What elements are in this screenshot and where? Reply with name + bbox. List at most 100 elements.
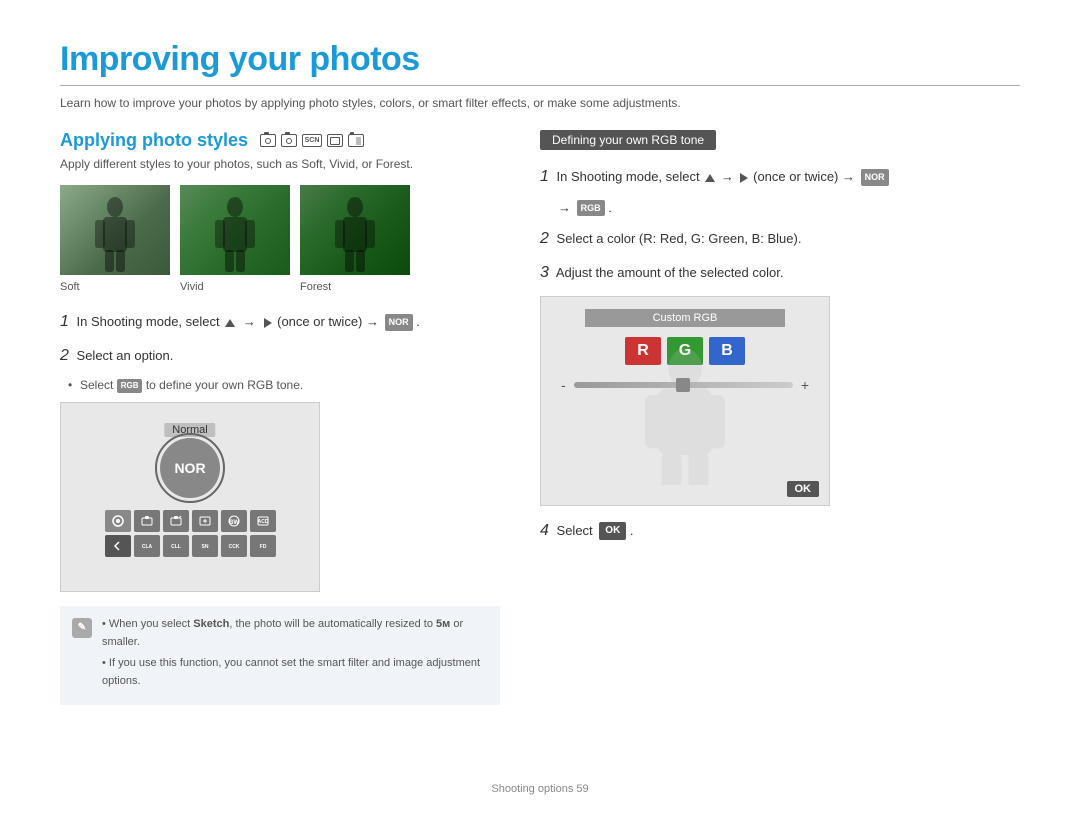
page-subtitle: Learn how to improve your photos by appl… [60,96,1020,110]
photo-label-soft: Soft [60,281,170,293]
step-1-right-nor-icon: NOR [861,169,889,185]
person-silhouette-vivid [205,195,265,275]
icon-grid-row2: CLA CLL SN CCK FD [105,535,276,557]
step-2-num: 2 [60,347,69,364]
section-title-applying: Applying photo styles SCN [60,130,500,151]
step-1-right: 1 In Shooting mode, select → (once or tw… [540,164,1020,190]
step-1-right-arrow2: → [558,200,571,215]
step-1-dot: . [416,314,420,329]
bullet-rgb-icon: RGB [117,379,143,393]
step-4-right-num: 4 [540,522,549,539]
step-1-right-arrow-right [740,169,748,184]
step-1-right-arrow1: → [721,169,738,184]
note-content: • When you select Sketch, the photo will… [102,616,488,694]
bullet-text-1: Select [80,378,117,392]
rgb-silhouette [635,345,735,485]
page-title: Improving your photos [60,40,1020,79]
rgb-slider-thumb[interactable] [676,378,690,392]
step-3-right-num: 3 [540,264,549,281]
title-divider [60,85,1020,86]
step-2-text: Select an option. [77,348,174,363]
grid-icon-back[interactable] [105,535,131,557]
step-1-right-text2: (once or twice) → [753,169,855,184]
photo-samples [60,185,500,275]
step-3-right: 3 Adjust the amount of the selected colo… [540,260,1020,286]
grid-icon-7[interactable]: CLA [134,535,160,557]
svg-text:FD: FD [259,544,266,550]
person-silhouette-soft [85,195,145,275]
rgb-slider-plus: + [801,377,809,393]
photo-label-vivid: Vivid [180,281,290,293]
grid-icon-2[interactable] [134,510,160,532]
step-2-right: 2 Select a color (R: Red, G: Green, B: B… [540,226,1020,252]
step-1-num: 1 [60,313,69,330]
svg-text:CCK: CCK [228,544,239,550]
bullet-text-2: to define your own RGB tone. [146,378,303,392]
note-icon: ✎ [72,618,92,638]
step-1-nor-icon: NOR [385,314,413,330]
step-2-bullet: Select RGB to define your own RGB tone. [60,376,500,394]
svg-text:BW: BW [229,520,239,526]
grid-icon-1[interactable] [105,510,131,532]
rgb-slider-minus: - [561,377,566,393]
svg-text:SN: SN [201,544,208,550]
right-column: Defining your own RGB tone 1 In Shooting… [540,130,1020,705]
step-1-right-triangle [705,169,715,184]
step-1-right-rgb-sub-icon: RGB [577,200,605,216]
rgb-title-bar: Custom RGB [585,309,785,327]
grid-icon-3[interactable] [163,510,189,532]
note-bullet-2: • If you use this function, you cannot s… [102,655,488,690]
nor-icon-ring [155,433,225,503]
note-bullet-1: • When you select Sketch, the photo will… [102,616,488,651]
svg-text:CLA: CLA [141,544,152,550]
step-4-right: 4 Select OK . [540,518,1020,544]
step-4-right-text: Select [557,523,593,538]
grid-icon-10[interactable]: CCK [221,535,247,557]
step-1-text: In Shooting mode, select [77,314,220,329]
nor-icon-big: NOR [160,438,220,498]
page-footer: Shooting options 59 [0,783,1080,795]
grid-icon-4[interactable] [192,510,218,532]
step-1-left: 1 In Shooting mode, select → (once or tw… [60,309,500,335]
photo-forest [300,185,410,275]
rgb-slider-track[interactable] [574,382,793,388]
page-container: Improving your photos Learn how to impro… [0,0,1080,815]
step-4-dot: . [630,523,634,538]
two-col-layout: Applying photo styles SCN [60,130,1020,705]
rgb-badge: Defining your own RGB tone [540,130,716,150]
svg-text:ACD: ACD [257,519,268,525]
step-1-right-sub: → RGB . [540,198,1020,219]
step-1-icon-triangle-right [264,314,276,329]
step-3-right-text: Adjust the amount of the selected color. [556,265,784,280]
photo-soft [60,185,170,275]
grid-icon-9[interactable]: SN [192,535,218,557]
step-2-right-text: Select a color (R: Red, G: Green, B: Blu… [557,231,802,246]
photo-label-forest: Forest [300,281,410,293]
step-2-left: 2 Select an option. [60,343,500,369]
grid-icon-8[interactable]: CLL [163,535,189,557]
icon-grid-row1: BW ACD [105,510,276,532]
step-1-text-2: (once or twice) → [277,314,379,329]
note-box: ✎ • When you select Sketch, the photo wi… [60,606,500,704]
step-1-right-dot: . [608,200,612,215]
rgb-slider-row: - + [541,377,829,393]
step-4-ok-icon: OK [599,522,626,540]
ok-button[interactable]: OK [787,481,820,497]
grid-icon-11[interactable]: FD [250,535,276,557]
step-1-arrow: → [243,314,256,329]
camera-ui-box: Normal NOR [60,402,320,592]
photo-vivid [180,185,290,275]
grid-icon-6[interactable]: ACD [250,510,276,532]
section-icons: SCN [260,134,364,147]
left-column: Applying photo styles SCN [60,130,500,705]
svg-text:CLL: CLL [171,544,181,550]
rgb-ui-box: Custom RGB R G B - + OK [540,296,830,506]
photo-labels: Soft Vivid Forest [60,281,500,293]
section-description: Apply different styles to your photos, s… [60,155,500,173]
step-2-right-num: 2 [540,230,549,247]
grid-icon-5[interactable]: BW [221,510,247,532]
step-1-right-num: 1 [540,168,549,185]
applying-heading: Applying photo styles [60,130,248,151]
step-1-icon-triangle-up [225,314,239,329]
person-silhouette-forest [325,195,385,275]
